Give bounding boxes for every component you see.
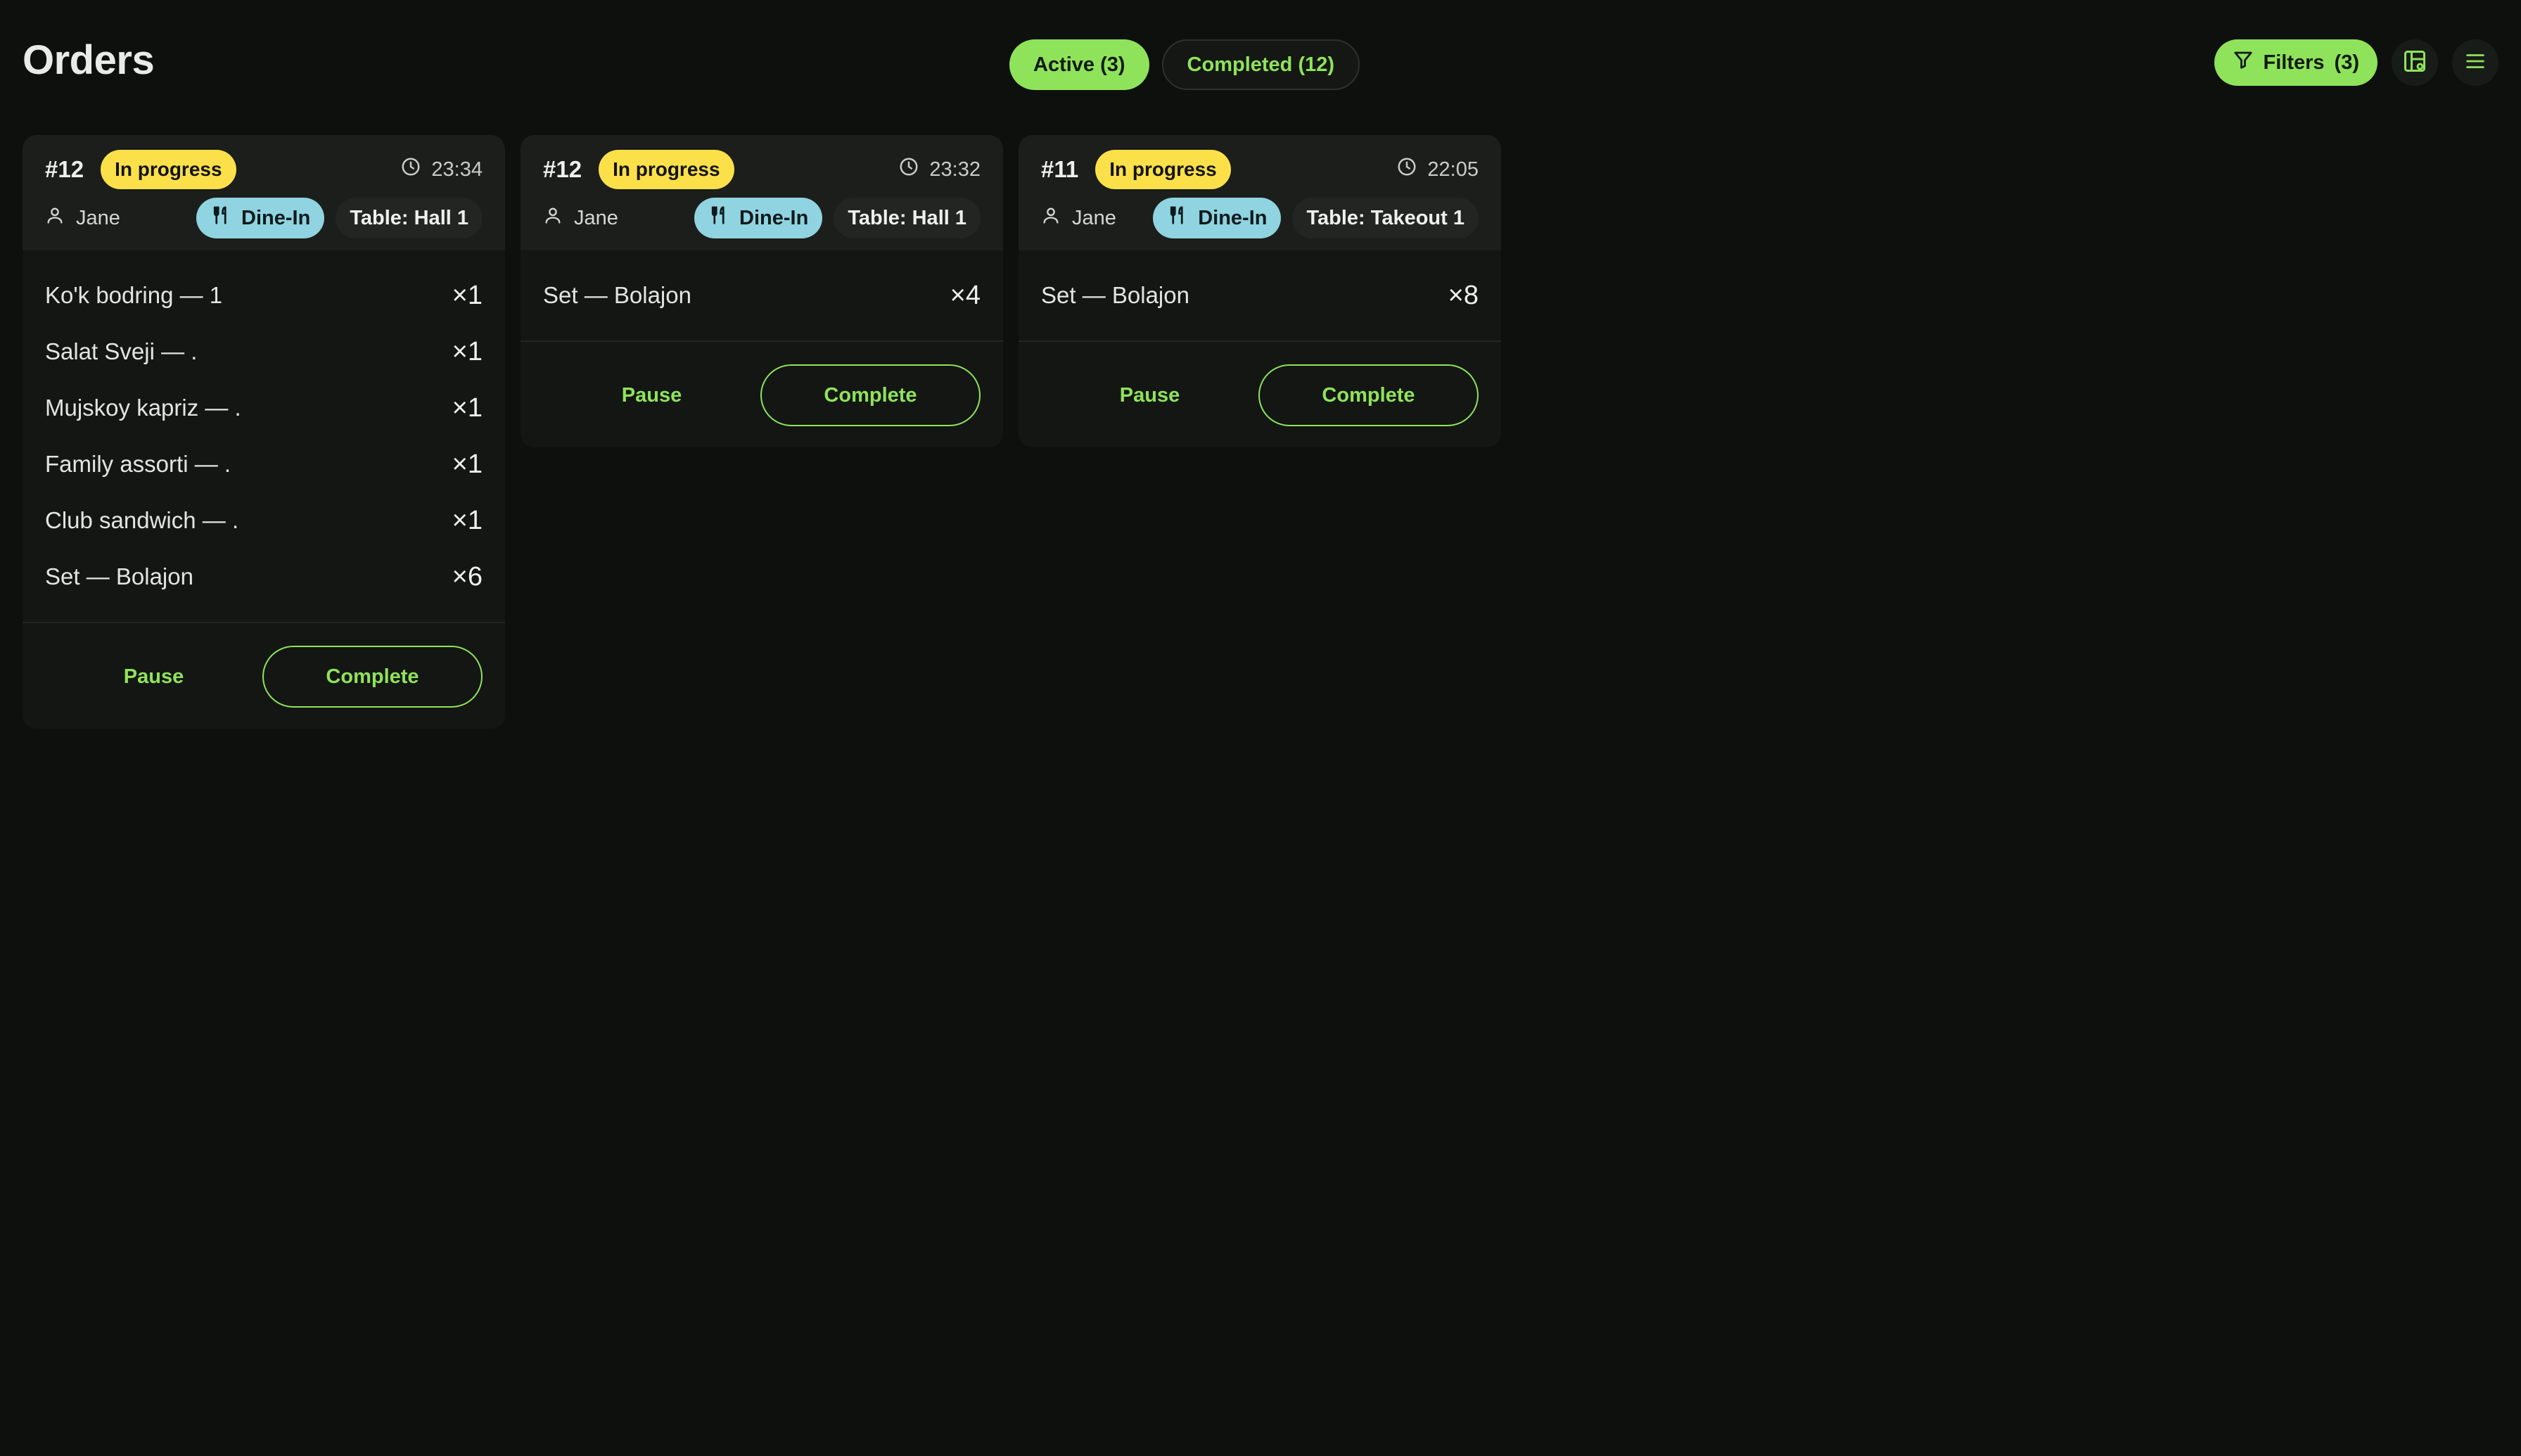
layout-icon <box>2402 49 2427 77</box>
order-card: #12 In progress 23:32 Jane Dine-In Table… <box>521 135 1003 447</box>
order-items: Set — Bolajon ×4 <box>521 250 1003 342</box>
item-qty: ×4 <box>950 280 981 310</box>
table-badge: Table: Hall 1 <box>834 198 981 238</box>
waiter: Jane <box>45 205 120 231</box>
cutlery-icon <box>1167 205 1188 231</box>
item-name: Ko'k bodring — 1 <box>45 282 223 308</box>
tab-completed[interactable]: Completed (12) <box>1161 39 1360 90</box>
item-name: Set — Bolajon <box>543 282 691 308</box>
item-name: Set — Bolajon <box>45 563 193 589</box>
user-icon <box>45 205 65 231</box>
order-number: #11 <box>1041 156 1079 182</box>
order-time-text: 23:34 <box>431 158 483 181</box>
menu-button[interactable] <box>2452 39 2498 86</box>
filters-count: (3) <box>2334 51 2359 74</box>
item-qty: ×1 <box>452 280 483 310</box>
order-number: #12 <box>45 156 84 182</box>
item-name: Family assorti — . <box>45 451 231 477</box>
order-items: Set — Bolajon ×8 <box>1019 250 1501 342</box>
status-badge: In progress <box>599 150 734 189</box>
clock-icon <box>400 156 421 183</box>
status-badge: In progress <box>101 150 236 189</box>
order-type-label: Dine-In <box>241 206 311 229</box>
cutlery-icon <box>708 205 729 231</box>
item-qty: ×1 <box>452 336 483 366</box>
item-qty: ×1 <box>452 505 483 535</box>
order-number: #12 <box>543 156 582 182</box>
complete-button[interactable]: Complete <box>1258 364 1479 426</box>
table-badge: Table: Takeout 1 <box>1292 198 1479 238</box>
table-badge: Table: Hall 1 <box>336 198 483 238</box>
order-actions: Pause Complete <box>521 342 1003 447</box>
pause-button[interactable]: Pause <box>1041 364 1258 426</box>
item-name: Salat Sveji — . <box>45 338 198 364</box>
order-card: #12 In progress 23:34 Jane Dine-In Table… <box>23 135 505 729</box>
complete-button[interactable]: Complete <box>760 364 981 426</box>
item-name: Set — Bolajon <box>1041 282 1189 308</box>
list-item: Set — Bolajon ×6 <box>45 549 483 605</box>
list-item: Family assorti — . ×1 <box>45 436 483 492</box>
order-card: #11 In progress 22:05 Jane Dine-In Table… <box>1019 135 1501 447</box>
item-qty: ×1 <box>452 449 483 479</box>
item-qty: ×6 <box>452 561 483 592</box>
order-items: Ko'k bodring — 1 ×1 Salat Sveji — . ×1 Muj… <box>23 250 505 623</box>
item-name: Club sandwich — . <box>45 507 239 533</box>
layout-settings-button[interactable] <box>2392 39 2438 86</box>
order-type-badge: Dine-In <box>694 198 823 238</box>
tab-active[interactable]: Active (3) <box>1009 39 1149 90</box>
waiter-name: Jane <box>1072 206 1116 229</box>
list-item: Club sandwich — . ×1 <box>45 492 483 549</box>
order-time: 23:32 <box>898 156 981 183</box>
orders-board: #12 In progress 23:34 Jane Dine-In Table… <box>23 135 1501 729</box>
order-time: 23:34 <box>400 156 483 183</box>
order-card-header: #12 In progress 23:34 Jane Dine-In Table… <box>23 135 505 250</box>
hamburger-icon <box>2463 49 2487 77</box>
order-type-label: Dine-In <box>1198 206 1268 229</box>
order-actions: Pause Complete <box>1019 342 1501 447</box>
order-type-label: Dine-In <box>739 206 809 229</box>
list-item: Salat Sveji — . ×1 <box>45 324 483 380</box>
waiter-name: Jane <box>76 206 120 229</box>
order-type-badge: Dine-In <box>1153 198 1282 238</box>
order-card-header: #11 In progress 22:05 Jane Dine-In Table… <box>1019 135 1501 250</box>
filters-label: Filters <box>2263 51 2325 74</box>
order-time-text: 23:32 <box>929 158 981 181</box>
user-icon <box>1041 205 1061 231</box>
item-qty: ×8 <box>1448 280 1479 310</box>
waiter-name: Jane <box>574 206 618 229</box>
order-tabs: Active (3) Completed (12) <box>1009 39 1360 90</box>
order-time-text: 22:05 <box>1427 158 1479 181</box>
page-title: Orders <box>23 37 155 83</box>
item-qty: ×1 <box>452 392 483 423</box>
list-item: Set — Bolajon ×8 <box>1041 267 1479 324</box>
order-actions: Pause Complete <box>23 623 505 729</box>
user-icon <box>543 205 563 231</box>
complete-button[interactable]: Complete <box>262 646 483 708</box>
clock-icon <box>1396 156 1417 183</box>
filters-button[interactable]: Filters (3) <box>2214 39 2378 86</box>
list-item: Set — Bolajon ×4 <box>543 267 981 324</box>
clock-icon <box>898 156 919 183</box>
item-name: Mujskoy kapriz — . <box>45 395 241 421</box>
pause-button[interactable]: Pause <box>543 364 760 426</box>
filter-icon <box>2233 49 2254 76</box>
status-badge: In progress <box>1095 150 1231 189</box>
list-item: Ko'k bodring — 1 ×1 <box>45 267 483 324</box>
toolbar: Filters (3) <box>2214 39 2498 86</box>
order-time: 22:05 <box>1396 156 1479 183</box>
order-card-header: #12 In progress 23:32 Jane Dine-In Table… <box>521 135 1003 250</box>
cutlery-icon <box>210 205 231 231</box>
list-item: Mujskoy kapriz — . ×1 <box>45 380 483 436</box>
pause-button[interactable]: Pause <box>45 646 262 708</box>
order-type-badge: Dine-In <box>196 198 325 238</box>
waiter: Jane <box>543 205 618 231</box>
waiter: Jane <box>1041 205 1116 231</box>
